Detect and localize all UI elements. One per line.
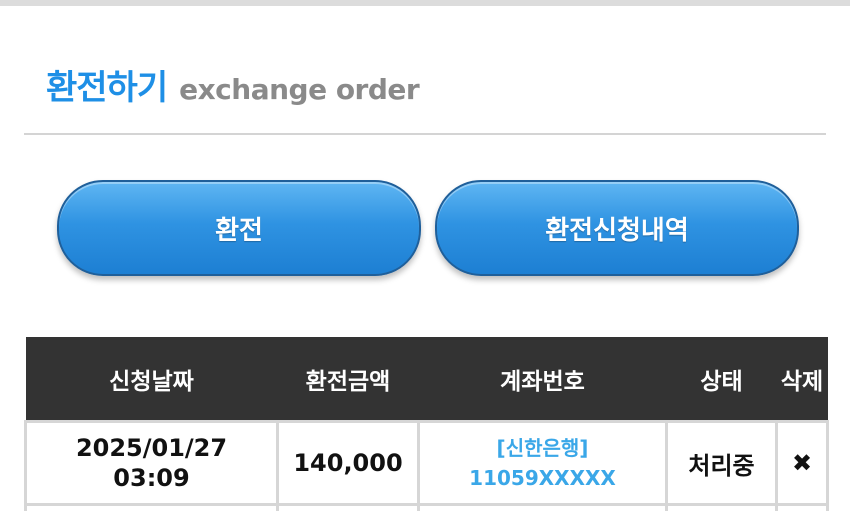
- cell-status: 처리중: [665, 420, 778, 506]
- cell-date: 2025/01/27 03:09: [24, 420, 279, 506]
- bank-name: [신한은행]: [496, 436, 589, 460]
- table-header-row: 신청날짜 환전금액 계좌번호 상태 삭제: [25, 337, 828, 422]
- cell-delete[interactable]: ✖: [775, 420, 829, 506]
- column-header-account: 계좌번호: [418, 337, 667, 422]
- exchange-page: 환전하기 exchange order 환전 환전신청내역 신청날짜 환전금액 …: [0, 0, 850, 511]
- column-header-status: 상태: [666, 337, 777, 422]
- account-number: 11059XXXXX: [469, 466, 616, 490]
- cell-amount: 140,000: [276, 420, 420, 506]
- table-row: 2025/01/27 03:09 140,000 [신한은행] 11059XXX…: [24, 420, 829, 506]
- table-row-partial: [24, 503, 829, 511]
- exchange-button[interactable]: 환전: [57, 180, 421, 276]
- column-header-date: 신청날짜: [25, 337, 278, 422]
- exchange-table: 신청날짜 환전금액 계좌번호 상태 삭제 2025/01/27 03:09 14…: [24, 337, 829, 511]
- delete-icon[interactable]: ✖: [792, 449, 812, 477]
- page-title: 환전하기 exchange order: [46, 60, 420, 109]
- date-value: 2025/01/27: [75, 434, 228, 462]
- exchange-history-button[interactable]: 환전신청내역: [435, 180, 799, 276]
- title-divider: [24, 133, 826, 135]
- page-title-sub: exchange order: [179, 73, 420, 106]
- column-header-delete: 삭제: [776, 337, 828, 422]
- cell-account: [신한은행] 11059XXXXX: [417, 420, 668, 506]
- column-header-amount: 환전금액: [277, 337, 419, 422]
- page-title-main: 환전하기: [46, 68, 168, 108]
- top-rule: [0, 0, 850, 6]
- time-value: 03:09: [113, 464, 190, 492]
